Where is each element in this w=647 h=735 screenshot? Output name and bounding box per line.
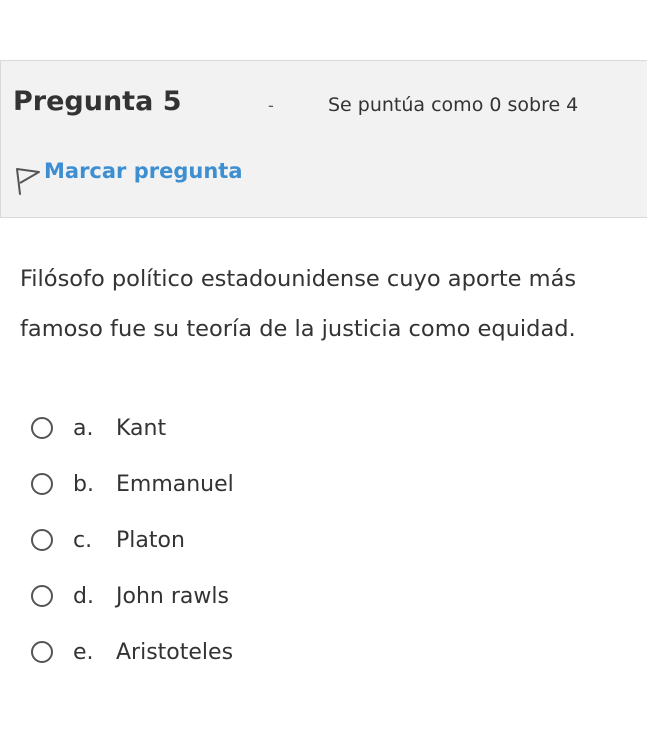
question-text: Filósofo político estadounidense cuyo ap… [20, 266, 577, 342]
question-info-box [0, 60, 647, 218]
flag-question-label: Marcar pregunta [44, 159, 243, 183]
answer-label[interactable]: John rawls [116, 584, 229, 609]
answer-letter: b. [73, 471, 94, 497]
answer-label[interactable]: Aristoteles [116, 640, 233, 665]
radio-unchecked-icon[interactable] [31, 585, 53, 607]
answer-option-e[interactable]: e. Aristoteles [31, 624, 234, 680]
answer-option-c[interactable]: c. Platon [31, 512, 234, 568]
question-number: Pregunta 5 [13, 86, 182, 117]
answer-option-b[interactable]: b. Emmanuel [31, 456, 234, 512]
question-grade: Se puntúa como 0 sobre 4 [328, 94, 579, 116]
answer-letter: e. [73, 639, 94, 665]
radio-unchecked-icon[interactable] [31, 473, 53, 495]
flag-question-link[interactable]: Marcar pregunta [12, 158, 243, 195]
answer-option-d[interactable]: d. John rawls [31, 568, 234, 624]
answer-list: a. Kant b. Emmanuel c. Platon d. John ra… [31, 400, 234, 680]
radio-unchecked-icon[interactable] [31, 529, 53, 551]
question-status-separator: - [268, 96, 274, 115]
flag-icon [16, 168, 40, 195]
radio-unchecked-icon[interactable] [31, 417, 53, 439]
answer-label[interactable]: Kant [116, 416, 166, 441]
radio-unchecked-icon[interactable] [31, 641, 53, 663]
answer-label[interactable]: Emmanuel [116, 472, 234, 497]
answer-option-a[interactable]: a. Kant [31, 400, 234, 456]
answer-label[interactable]: Platon [116, 528, 185, 553]
answer-letter: d. [73, 583, 94, 609]
answer-letter: a. [73, 415, 94, 441]
answer-letter: c. [73, 527, 93, 553]
